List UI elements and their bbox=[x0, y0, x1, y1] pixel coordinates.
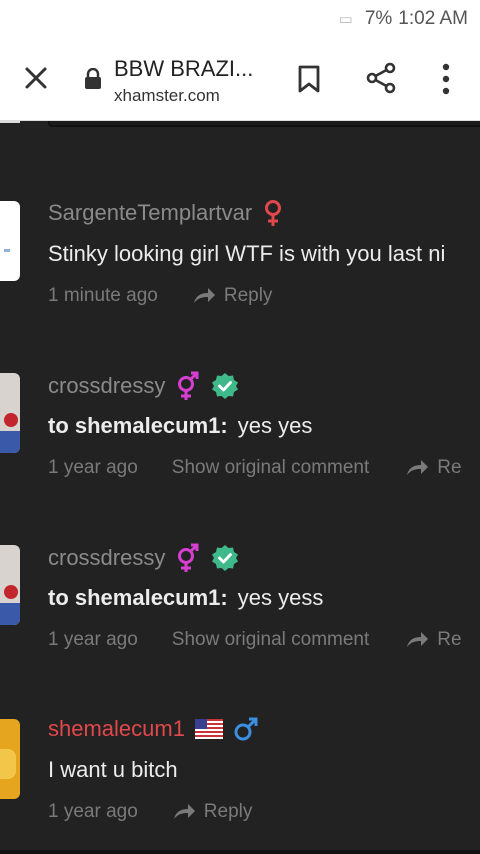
reply-label: Reply bbox=[223, 285, 273, 306]
us-flag-icon bbox=[194, 719, 223, 739]
comments-section: SargenteTemplartvar Stinky looking girl … bbox=[0, 121, 480, 854]
comment-text: to shemalecum1: yes yes bbox=[48, 413, 312, 439]
comment-body: yes yess bbox=[237, 585, 324, 610]
battery-level: 7% bbox=[364, 8, 393, 29]
status-bar: ▭ 7% 1:02 AM bbox=[0, 0, 480, 38]
reply-arrow-icon bbox=[407, 460, 429, 475]
clock: 1:02 AM bbox=[398, 8, 468, 29]
reply-button[interactable]: Reply bbox=[172, 801, 253, 823]
comment-text: I want u bitch bbox=[48, 757, 178, 782]
reply-label: Re bbox=[437, 629, 462, 650]
verified-badge-icon bbox=[212, 545, 239, 571]
avatar[interactable] bbox=[0, 201, 20, 281]
comment-item: crossdressy to shemalecum1: yes yes 1 yea… bbox=[0, 365, 480, 515]
lock-icon bbox=[85, 68, 101, 89]
bookmark-icon[interactable] bbox=[296, 64, 322, 94]
comment-time: 1 year ago bbox=[48, 457, 138, 478]
avatar[interactable] bbox=[0, 373, 20, 453]
verified-badge-icon bbox=[212, 373, 239, 399]
female-icon bbox=[265, 200, 282, 226]
previous-avatar-fragment bbox=[0, 121, 20, 123]
comment-time: 1 year ago bbox=[48, 629, 138, 650]
comment-username[interactable]: SargenteTemplartvar bbox=[48, 200, 252, 226]
previous-comment-fragment bbox=[48, 121, 480, 127]
comment-item: SargenteTemplartvar Stinky looking girl … bbox=[0, 191, 480, 341]
no-sim-icon: ▭ bbox=[338, 11, 353, 28]
comment-text: Stinky looking girl WTF is with you last… bbox=[48, 241, 446, 266]
reply-label: Reply bbox=[203, 801, 253, 822]
page-title[interactable]: BBW BRAZI... bbox=[114, 56, 253, 82]
avatar[interactable] bbox=[0, 545, 20, 625]
comment-body: yes yes bbox=[237, 413, 313, 438]
reply-to-prefix[interactable]: to shemalecum1: bbox=[48, 413, 228, 438]
reply-arrow-icon bbox=[193, 288, 215, 303]
page-url[interactable]: xhamster.com bbox=[114, 86, 220, 106]
more-vert-icon[interactable] bbox=[440, 62, 452, 96]
comment-header: shemalecum1 bbox=[48, 715, 259, 743]
comment-header: crossdressy bbox=[48, 371, 239, 401]
share-icon[interactable] bbox=[366, 62, 396, 94]
browser-toolbar: BBW BRAZI... xhamster.com bbox=[0, 38, 480, 121]
status-right: ▭ 7% 1:02 AM bbox=[339, 8, 468, 30]
reply-to-prefix[interactable]: to shemalecum1: bbox=[48, 585, 228, 610]
divider bbox=[0, 850, 480, 854]
comment-time: 1 year ago bbox=[48, 801, 138, 822]
show-original-button[interactable]: Show original comment bbox=[172, 629, 369, 651]
reply-arrow-icon bbox=[407, 632, 429, 647]
comment-username[interactable]: crossdressy bbox=[48, 373, 165, 399]
close-icon[interactable] bbox=[22, 64, 50, 92]
comment-text: to shemalecum1: yes yess bbox=[48, 585, 323, 611]
transgender-icon bbox=[178, 543, 199, 572]
comment-item: crossdressy to shemalecum1: yes yess 1 ye… bbox=[0, 537, 480, 687]
transgender-icon bbox=[178, 371, 199, 400]
show-original-button[interactable]: Show original comment bbox=[172, 457, 369, 479]
male-icon bbox=[234, 717, 258, 741]
comment-meta: 1 year ago Reply bbox=[48, 801, 252, 823]
comment-username[interactable]: crossdressy bbox=[48, 545, 165, 571]
reply-button[interactable]: Reply bbox=[192, 285, 273, 307]
comment-time: 1 minute ago bbox=[48, 285, 158, 306]
comment-meta: 1 minute ago Reply bbox=[48, 285, 272, 307]
reply-button[interactable]: Re bbox=[405, 629, 462, 651]
reply-label: Re bbox=[437, 457, 462, 478]
comment-item: shemalecum1 I want u bitch 1 year ago Re… bbox=[0, 709, 480, 854]
comment-username[interactable]: shemalecum1 bbox=[48, 716, 185, 742]
comment-header: crossdressy bbox=[48, 543, 239, 573]
reply-button[interactable]: Re bbox=[405, 457, 462, 479]
reply-arrow-icon bbox=[173, 804, 195, 819]
avatar[interactable] bbox=[0, 719, 20, 799]
comment-meta: 1 year ago Show original comment Re bbox=[48, 629, 462, 651]
comment-header: SargenteTemplartvar bbox=[48, 199, 284, 227]
comment-meta: 1 year ago Show original comment Re bbox=[48, 457, 462, 479]
